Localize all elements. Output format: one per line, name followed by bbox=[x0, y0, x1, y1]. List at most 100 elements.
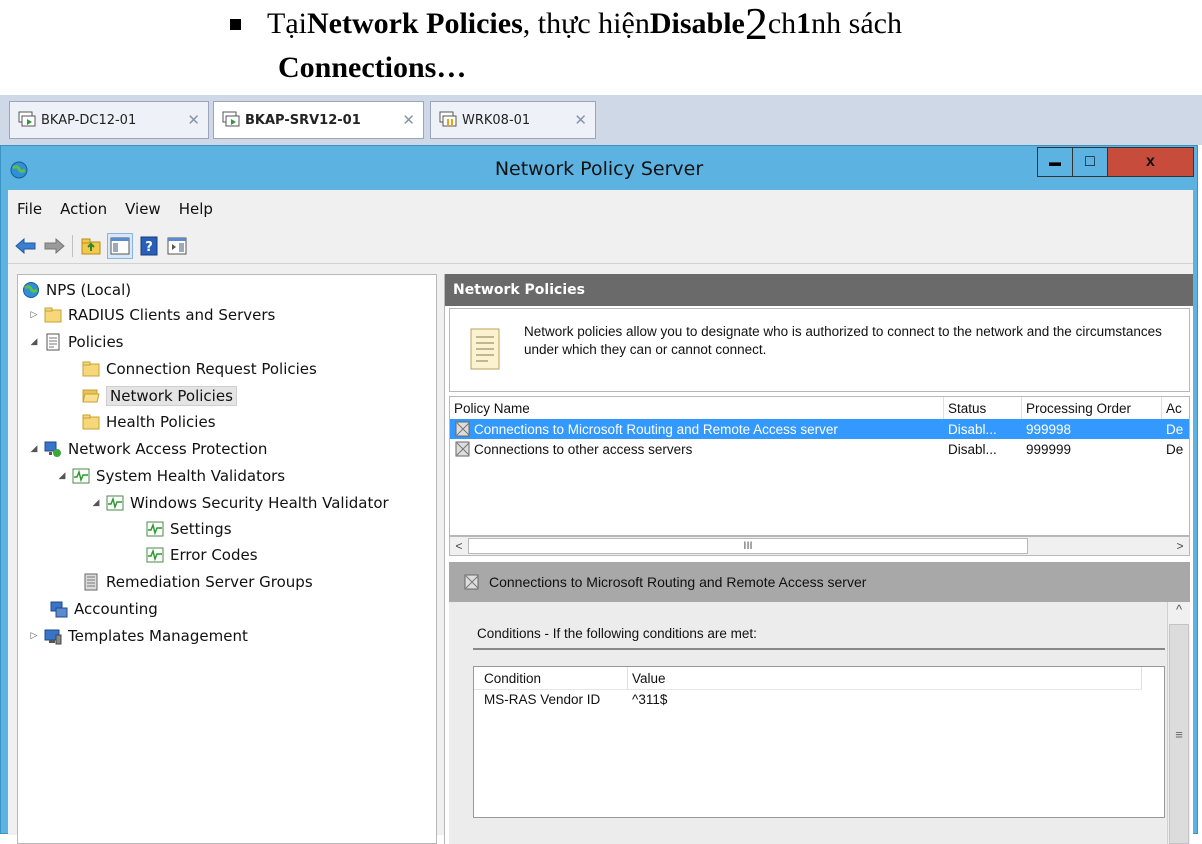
action-pane-icon[interactable] bbox=[165, 234, 189, 258]
tree-node-remediation-server-groups[interactable]: Remediation Server Groups bbox=[82, 571, 313, 593]
maximize-button[interactable]: □ bbox=[1072, 147, 1108, 177]
expand-arrow-icon[interactable]: ▷ bbox=[28, 310, 40, 320]
collapse-arrow-icon[interactable]: ◢ bbox=[56, 471, 68, 481]
column-header-condition[interactable]: Condition bbox=[480, 667, 628, 689]
access-cell: De bbox=[1166, 441, 1184, 457]
doc-instruction-line-2: Connections… bbox=[278, 51, 467, 84]
status-cell: Disabl... bbox=[948, 421, 997, 437]
back-arrow-icon[interactable] bbox=[14, 234, 38, 258]
svg-text:?: ? bbox=[145, 240, 153, 255]
tree-node-settings[interactable]: Settings bbox=[146, 518, 232, 540]
window-client-area: File Action View Help ? NPS (Local) ▷ RA… bbox=[8, 190, 1193, 844]
collapse-arrow-icon[interactable]: ◢ bbox=[28, 337, 40, 347]
tree-label: Templates Management bbox=[68, 627, 248, 645]
tab-bkap-srv12-01[interactable]: BKAP-SRV12-01 ✕ bbox=[213, 101, 424, 139]
order-cell: 999999 bbox=[1026, 441, 1072, 457]
doc-text-f: ch bbox=[767, 7, 797, 40]
tree-node-templates-management[interactable]: ▷ Templates Management bbox=[28, 625, 248, 647]
access-cell: De bbox=[1166, 421, 1184, 437]
tree-node-nps-local[interactable]: NPS (Local) bbox=[22, 279, 131, 301]
expand-arrow-icon[interactable]: ▷ bbox=[28, 631, 40, 641]
tree-label: Connection Request Policies bbox=[106, 360, 317, 378]
forward-arrow-icon[interactable] bbox=[42, 234, 66, 258]
close-tab-icon[interactable]: ✕ bbox=[187, 111, 200, 129]
scroll-left-icon[interactable]: < bbox=[450, 537, 468, 555]
doc-text-h: nh sách bbox=[811, 7, 902, 40]
detail-header: Connections to Microsoft Routing and Rem… bbox=[449, 562, 1190, 602]
document-scroll-icon bbox=[470, 328, 500, 370]
column-header-value[interactable]: Value bbox=[628, 667, 1142, 689]
close-tab-icon[interactable]: ✕ bbox=[574, 111, 587, 129]
tree-node-policies[interactable]: ◢ Policies bbox=[28, 331, 124, 353]
session-tab-strip: BKAP-DC12-01 ✕ BKAP-SRV12-01 ✕ WRK08-01 … bbox=[0, 95, 1202, 145]
tree-label: System Health Validators bbox=[96, 467, 286, 485]
minimize-button[interactable]: ▬ bbox=[1037, 147, 1073, 177]
validator-icon bbox=[146, 547, 164, 563]
scroll-thumb[interactable]: III bbox=[468, 538, 1028, 554]
tree-node-network-access-protection[interactable]: ◢ Network Access Protection bbox=[28, 438, 268, 460]
nps-icon bbox=[23, 282, 39, 298]
help-icon[interactable]: ? bbox=[137, 234, 161, 258]
tree-node-network-policies[interactable]: Network Policies bbox=[82, 385, 237, 407]
menu-help[interactable]: Help bbox=[170, 196, 222, 222]
tree-label: Remediation Server Groups bbox=[106, 573, 313, 591]
validator-icon bbox=[106, 495, 124, 511]
list-header: Policy Name Status Processing Order Ac bbox=[450, 397, 1189, 420]
vertical-scrollbar[interactable]: ^ ≡ bbox=[1167, 602, 1190, 844]
scroll-up-icon[interactable]: ^ bbox=[1168, 602, 1190, 620]
folder-icon bbox=[44, 307, 62, 323]
remote-computer-icon bbox=[222, 111, 240, 127]
tab-label: BKAP-DC12-01 bbox=[41, 112, 137, 128]
tree-label: Health Policies bbox=[106, 413, 216, 431]
conditions-label: Conditions - If the following conditions… bbox=[477, 626, 757, 641]
doc-text-a: Tại bbox=[267, 7, 307, 40]
tab-label: BKAP-SRV12-01 bbox=[245, 112, 361, 128]
column-header-access[interactable]: Ac bbox=[1162, 397, 1189, 419]
table-row[interactable]: MS-RAS Vendor ID ^311$ bbox=[474, 689, 1142, 709]
tree-node-system-health-validators[interactable]: ◢ System Health Validators bbox=[56, 465, 286, 487]
tree-node-accounting[interactable]: Accounting bbox=[50, 598, 158, 620]
detail-body: Conditions - If the following conditions… bbox=[449, 602, 1190, 844]
tree-node-windows-security-health-validator[interactable]: ◢ Windows Security Health Validator bbox=[90, 492, 389, 514]
tree-label: Error Codes bbox=[170, 546, 258, 564]
horizontal-scrollbar[interactable]: < III > bbox=[449, 536, 1190, 556]
scroll-thumb[interactable]: ≡ bbox=[1169, 624, 1189, 844]
collapse-arrow-icon[interactable]: ◢ bbox=[90, 498, 102, 508]
menu-view[interactable]: View bbox=[116, 196, 170, 222]
folder-icon bbox=[82, 361, 100, 377]
tree-node-radius-clients[interactable]: ▷ RADIUS Clients and Servers bbox=[28, 304, 276, 326]
collapse-arrow-icon[interactable]: ◢ bbox=[28, 444, 40, 454]
column-header-processing-order[interactable]: Processing Order bbox=[1022, 397, 1162, 419]
policy-name-cell: Connections to Microsoft Routing and Rem… bbox=[474, 421, 838, 437]
tree-label: Settings bbox=[170, 520, 232, 538]
close-button[interactable]: x bbox=[1107, 147, 1194, 177]
column-header-policy-name[interactable]: Policy Name bbox=[450, 397, 944, 419]
tree-node-connection-request-policies[interactable]: Connection Request Policies bbox=[82, 358, 317, 380]
window-titlebar[interactable]: Network Policy Server ▬ □ x bbox=[1, 146, 1197, 190]
tab-bkap-dc12-01[interactable]: BKAP-DC12-01 ✕ bbox=[9, 101, 209, 139]
column-header-status[interactable]: Status bbox=[944, 397, 1022, 419]
close-tab-icon[interactable]: ✕ bbox=[402, 111, 415, 129]
menu-file[interactable]: File bbox=[8, 196, 51, 222]
table-row[interactable]: Connections to Microsoft Routing and Rem… bbox=[450, 419, 1189, 439]
remote-computer-paused-icon bbox=[439, 111, 457, 127]
tab-wrk08-01[interactable]: WRK08-01 ✕ bbox=[430, 101, 596, 139]
policy-name-cell: Connections to other access servers bbox=[474, 441, 693, 457]
table-row[interactable]: Connections to other access servers Disa… bbox=[450, 439, 1189, 459]
tree-label: Network Policies bbox=[106, 386, 237, 406]
doc-text-b: Network Policies bbox=[306, 7, 523, 40]
close-icon: x bbox=[1146, 153, 1155, 170]
remote-computer-icon bbox=[18, 111, 36, 127]
tree-node-error-codes[interactable]: Error Codes bbox=[146, 544, 258, 566]
status-cell: Disabl... bbox=[948, 441, 997, 457]
console-tree: NPS (Local) ▷ RADIUS Clients and Servers… bbox=[17, 274, 437, 844]
scroll-right-icon[interactable]: > bbox=[1171, 537, 1189, 555]
tree-node-health-policies[interactable]: Health Policies bbox=[82, 411, 216, 433]
detail-title: Connections to Microsoft Routing and Rem… bbox=[489, 574, 867, 590]
menu-action[interactable]: Action bbox=[51, 196, 116, 222]
show-hide-tree-icon[interactable] bbox=[107, 232, 133, 259]
up-folder-icon[interactable] bbox=[79, 234, 103, 258]
policy-list: Policy Name Status Processing Order Ac C… bbox=[449, 396, 1190, 536]
results-pane: Network Policies Network policies allow … bbox=[444, 274, 1193, 844]
info-text: Network policies allow you to designate … bbox=[524, 324, 1162, 357]
